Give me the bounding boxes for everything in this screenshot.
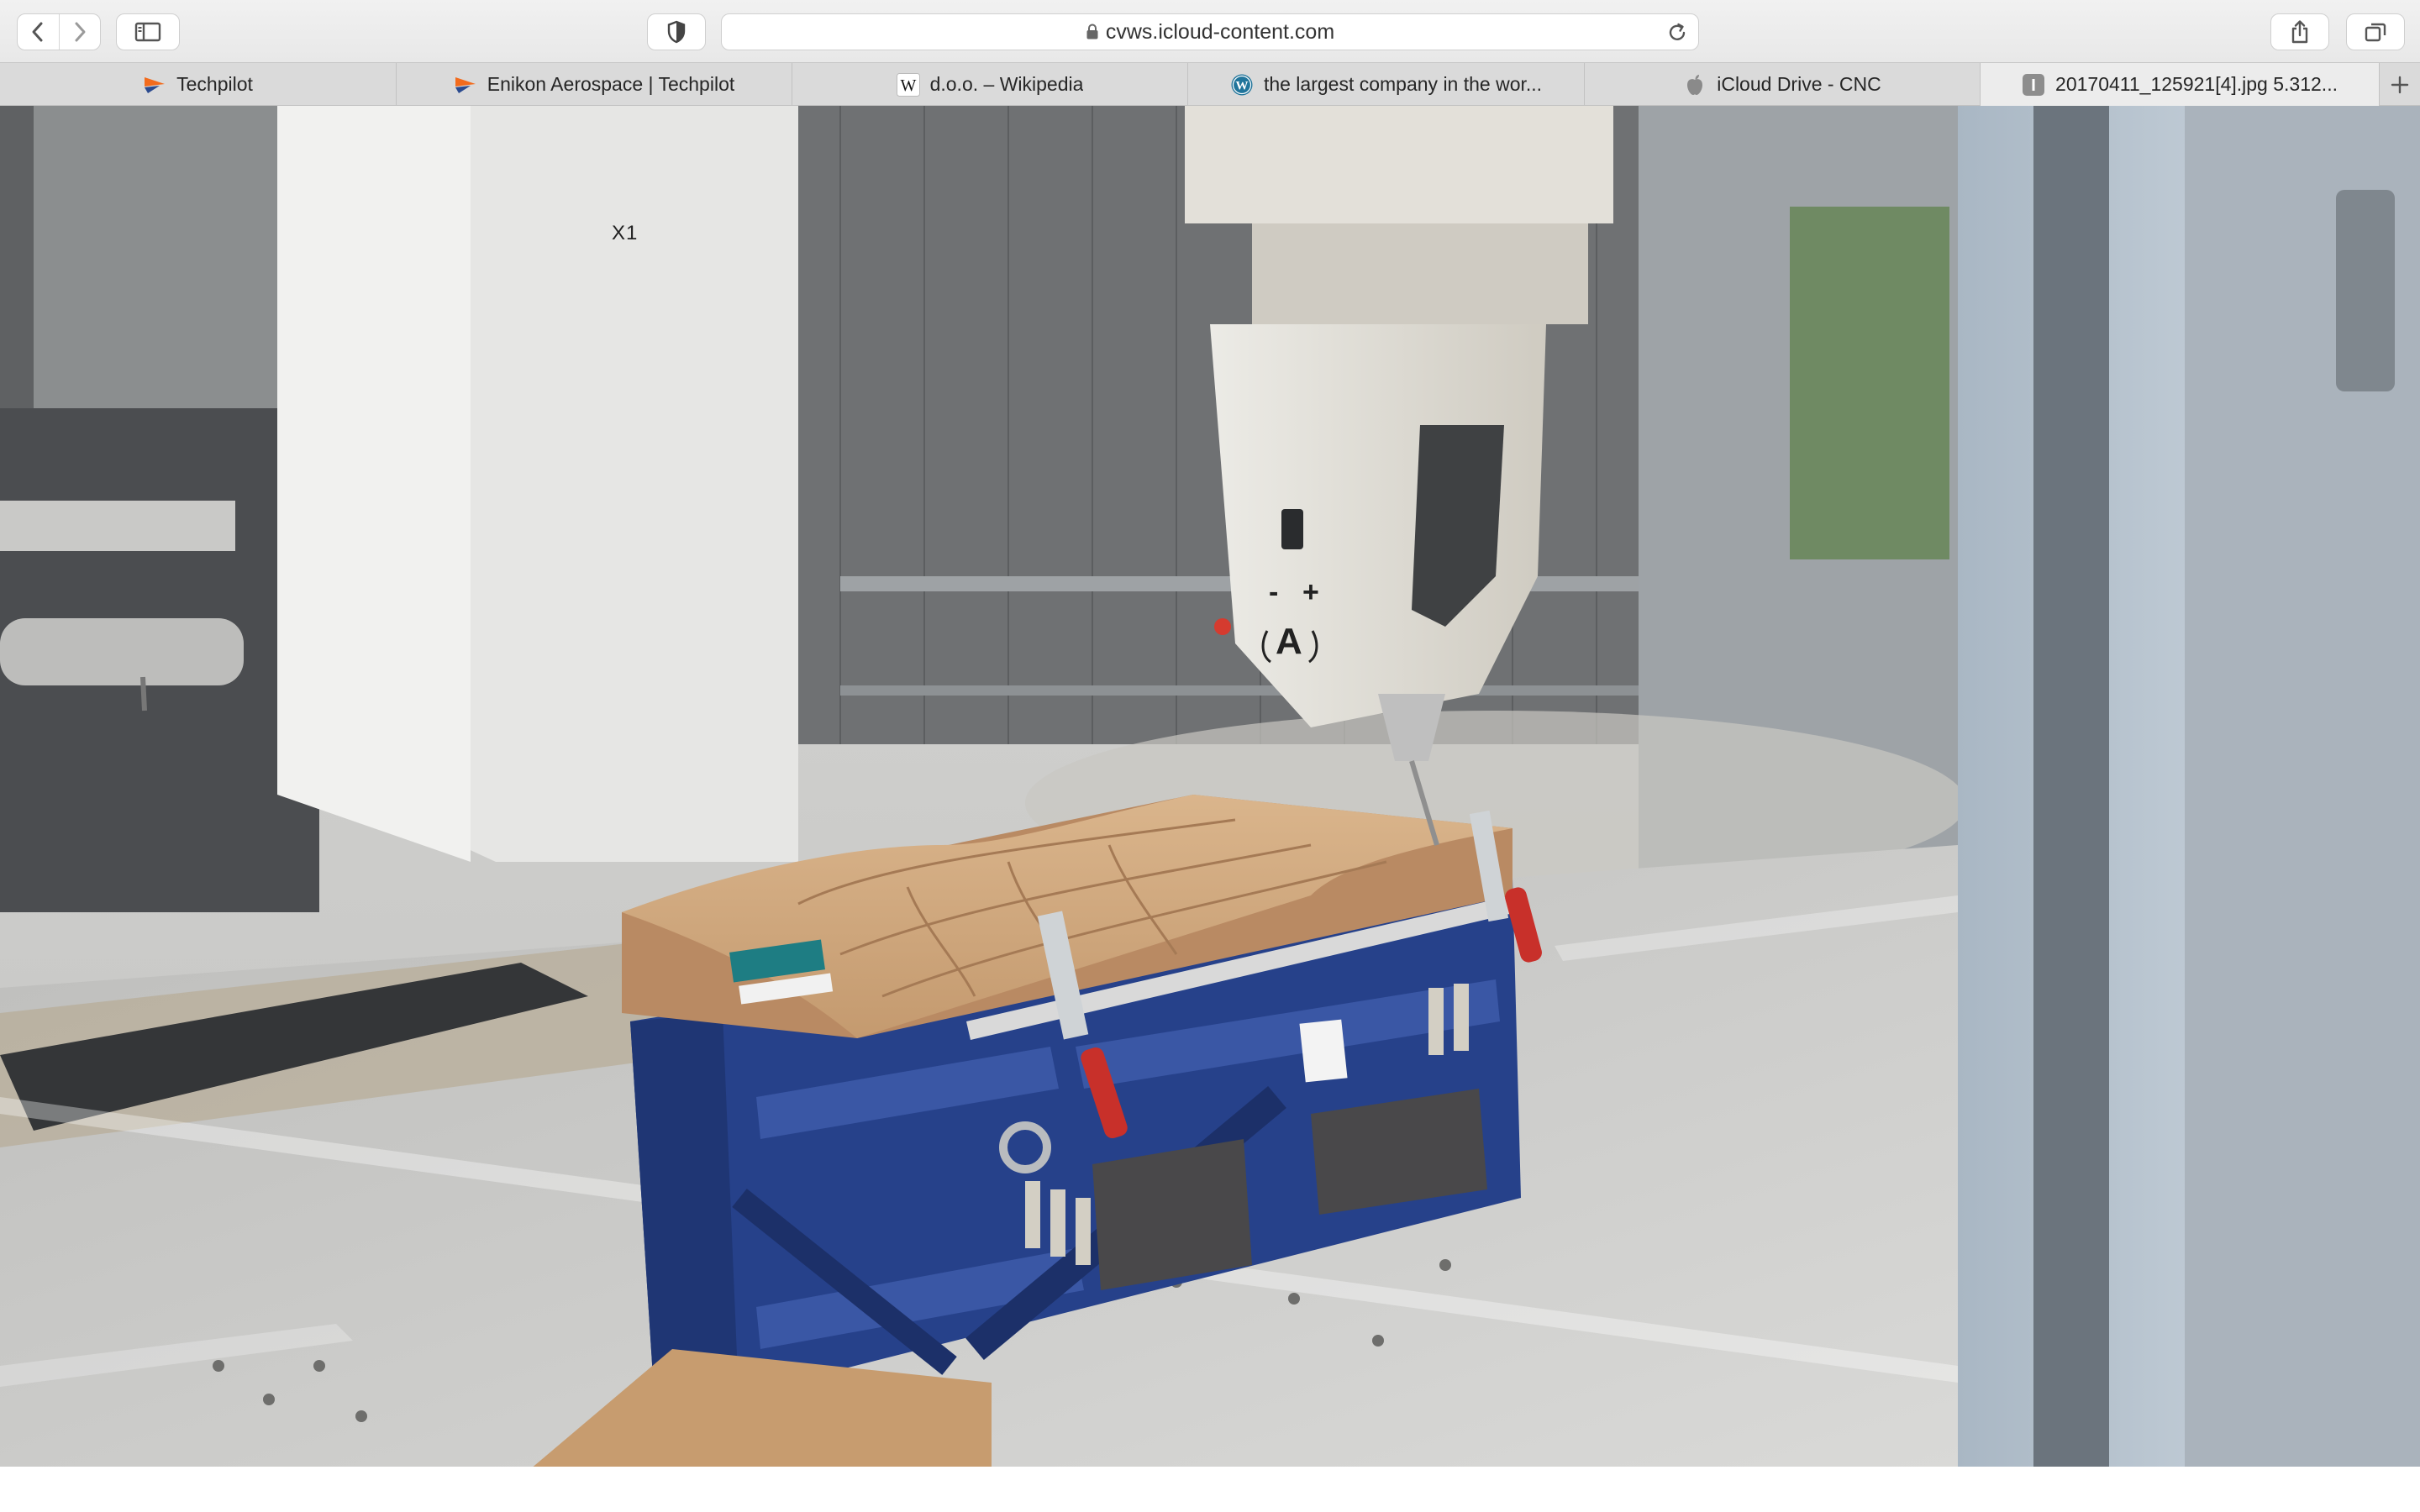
chevron-right-icon (75, 22, 86, 42)
share-icon (2291, 20, 2308, 44)
forward-button[interactable] (58, 14, 100, 50)
tab-overview-icon (2365, 23, 2386, 42)
tab-icloud-drive[interactable]: iCloud Drive - CNC (1585, 63, 1981, 106)
axis-marking: X1 (612, 222, 638, 245)
browser-toolbar: cvws.icloud-content.com (0, 0, 2420, 62)
tab-bar: Techpilot Enikon Aerospace | Techpilot W… (0, 62, 2420, 106)
tab-largest-company[interactable]: W the largest company in the wor... (1188, 63, 1585, 106)
techpilot-icon (454, 73, 477, 97)
plus-icon (2391, 76, 2409, 93)
image-icon (2022, 73, 2045, 97)
svg-text:W: W (900, 76, 916, 95)
head-axis-label: A (1276, 621, 1302, 662)
svg-text:W: W (1235, 79, 1248, 92)
tab-techpilot[interactable]: Techpilot (0, 63, 397, 106)
tab-label: the largest company in the wor... (1263, 73, 1543, 95)
tab-label: 20170411_125921[4].jpg 5.312... (2055, 73, 2338, 95)
address-bar[interactable]: cvws.icloud-content.com (721, 13, 1699, 50)
sidebar-button[interactable] (116, 13, 180, 50)
privacy-report-button[interactable] (647, 13, 706, 50)
wordpress-icon: W (1230, 73, 1254, 97)
navigation-buttons (17, 13, 101, 50)
axis-marking-text: X1 (612, 222, 639, 244)
share-button[interactable] (2270, 13, 2329, 50)
tab-image-file[interactable]: 20170411_125921[4].jpg 5.312... (1981, 63, 2380, 106)
address-display: cvws.icloud-content.com (722, 14, 1698, 50)
back-button[interactable] (18, 14, 59, 50)
tab-label: Techpilot (176, 73, 253, 95)
head-plus-mark: + (1302, 576, 1319, 608)
tab-wikipedia[interactable]: W d.o.o. – Wikipedia (792, 63, 1188, 106)
new-tab-button[interactable] (2380, 63, 2420, 106)
lock-icon (1086, 24, 1099, 40)
tab-label: d.o.o. – Wikipedia (929, 73, 1084, 95)
tab-label: Enikon Aerospace | Techpilot (487, 73, 735, 95)
techpilot-icon (143, 73, 166, 97)
url-text: cvws.icloud-content.com (1105, 19, 1335, 44)
cnc-machine-photo: - + A X1 (0, 106, 2420, 1467)
wikipedia-icon: W (896, 72, 920, 97)
apple-icon (1683, 73, 1707, 97)
page-content: - + A X1 (0, 106, 2420, 1512)
tab-enikon-aerospace[interactable]: Enikon Aerospace | Techpilot (397, 63, 792, 106)
chevron-left-icon (32, 22, 43, 42)
head-minus-mark: - (1269, 576, 1278, 608)
sidebar-icon (134, 22, 161, 42)
reload-icon[interactable] (1666, 22, 1688, 48)
shield-icon (667, 20, 686, 44)
tab-overview-button[interactable] (2346, 13, 2405, 50)
tab-label: iCloud Drive - CNC (1717, 73, 1881, 95)
